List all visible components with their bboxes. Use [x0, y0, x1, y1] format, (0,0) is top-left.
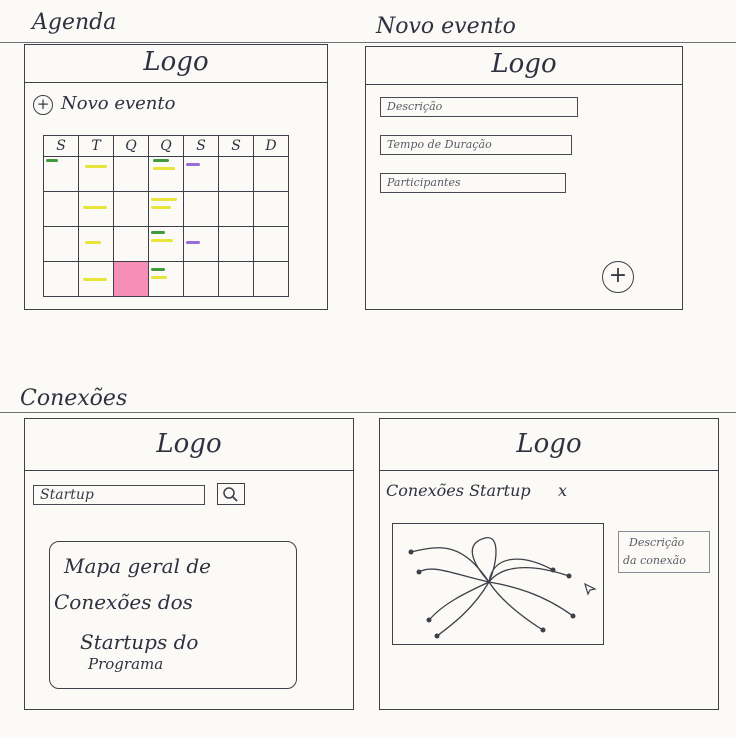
calendar-day-cell[interactable]: [218, 261, 254, 297]
calendar-weekday-row: S T Q Q S S D: [43, 135, 289, 157]
search-button[interactable]: [217, 483, 245, 505]
weekday-label: Q: [148, 135, 184, 157]
conexoes-startup-frame: Logo Conexões Startup x Descrição da con…: [379, 418, 719, 710]
calendar-day-cell[interactable]: [253, 156, 289, 192]
calendar-day-cell[interactable]: [183, 191, 219, 227]
conexoes-startup-header: Logo: [380, 419, 718, 471]
connection-description-line: Descrição: [629, 536, 685, 549]
map-description-line: Programa: [88, 655, 164, 673]
agenda-section-title: Agenda: [32, 10, 117, 35]
middle-divider-line: [0, 412, 736, 413]
connection-description-line: da conexão: [623, 554, 686, 567]
calendar-week-row: [43, 261, 289, 297]
calendar-day-cell[interactable]: [183, 261, 219, 297]
novo-evento-section-title: Novo evento: [376, 14, 516, 39]
calendar-day-cell[interactable]: [218, 191, 254, 227]
calendar-day-cell[interactable]: [148, 191, 184, 227]
calendar-day-cell[interactable]: [43, 156, 79, 192]
conexoes-frame: Logo Startup Mapa geral de Conexões dos …: [24, 418, 354, 710]
weekday-label: D: [253, 135, 289, 157]
connection-description-tooltip: Descrição da conexão: [618, 531, 710, 573]
event-marker: [151, 198, 177, 201]
weekday-label: T: [78, 135, 114, 157]
event-marker: [186, 163, 200, 166]
event-marker: [83, 206, 107, 209]
connection-graph: [408, 537, 576, 639]
calendar-day-cell[interactable]: [78, 191, 114, 227]
calendar-day-cell[interactable]: [148, 156, 184, 192]
description-field[interactable]: Descrição: [380, 97, 578, 117]
agenda-header: Logo: [25, 45, 327, 83]
weekday-label: S: [183, 135, 219, 157]
event-marker: [151, 239, 173, 242]
weekday-label: S: [43, 135, 79, 157]
calendar-day-cell[interactable]: [113, 191, 149, 227]
connection-graph-area[interactable]: [392, 523, 604, 645]
calendar-day-cell[interactable]: [218, 156, 254, 192]
participants-field[interactable]: Participantes: [380, 173, 566, 193]
startup-search-input[interactable]: Startup: [33, 485, 205, 505]
calendar-day-cell[interactable]: [78, 261, 114, 297]
event-marker: [83, 278, 107, 281]
conexoes-section-title: Conexões: [20, 386, 128, 411]
conexoes-startup-title: Conexões Startup: [386, 481, 531, 500]
calendar-day-cell[interactable]: [253, 191, 289, 227]
event-marker: [153, 159, 169, 162]
calendar-day-cell[interactable]: [43, 191, 79, 227]
calendar-day-cell[interactable]: [78, 156, 114, 192]
event-marker: [151, 206, 171, 209]
weekday-label: S: [218, 135, 254, 157]
calendar-day-cell[interactable]: [253, 226, 289, 262]
general-connections-map[interactable]: Mapa geral de Conexões dos Startups do P…: [49, 541, 297, 689]
event-marker: [151, 231, 165, 234]
close-tab-button[interactable]: x: [558, 481, 567, 500]
calendar-week-row: [43, 191, 289, 227]
calendar-day-cell[interactable]: [148, 261, 184, 297]
duration-field[interactable]: Tempo de Duração: [380, 135, 572, 155]
weekday-label: Q: [113, 135, 149, 157]
calendar-week-row: [43, 226, 289, 262]
conexoes-logo: Logo: [156, 429, 222, 459]
novo-evento-header: Logo: [366, 47, 682, 85]
calendar-day-cell[interactable]: [183, 226, 219, 262]
calendar-day-cell[interactable]: [253, 261, 289, 297]
event-marker: [151, 268, 165, 271]
map-description-line: Mapa geral de: [64, 554, 212, 578]
map-description-line: Conexões dos: [54, 590, 193, 614]
novo-evento-frame: Logo Descrição Tempo de Duração Particip…: [365, 46, 683, 310]
novo-evento-logo: Logo: [491, 49, 557, 79]
event-marker: [186, 241, 200, 244]
calendar-day-cell-highlighted[interactable]: [113, 261, 149, 297]
calendar-day-cell[interactable]: [183, 156, 219, 192]
add-event-button[interactable]: +: [602, 261, 634, 293]
conexoes-header: Logo: [25, 419, 353, 471]
conexoes-startup-logo: Logo: [516, 429, 582, 459]
event-marker: [46, 159, 58, 162]
event-marker: [85, 241, 101, 244]
calendar-day-cell[interactable]: [78, 226, 114, 262]
calendar-grid: S T Q Q S S D: [43, 135, 289, 297]
event-marker: [153, 167, 175, 170]
agenda-logo: Logo: [143, 47, 209, 77]
calendar-week-row: [43, 156, 289, 192]
calendar-day-cell[interactable]: [43, 261, 79, 297]
calendar-day-cell[interactable]: [113, 156, 149, 192]
cursor-arrow-icon: [584, 582, 597, 596]
search-icon: [223, 487, 238, 502]
add-event-icon: +: [33, 95, 53, 115]
top-divider-line: [0, 42, 736, 43]
calendar-day-cell[interactable]: [148, 226, 184, 262]
event-marker: [85, 165, 107, 168]
calendar-day-cell[interactable]: [218, 226, 254, 262]
new-event-label: Novo evento: [61, 93, 176, 114]
calendar-day-cell[interactable]: [113, 226, 149, 262]
agenda-frame: Logo + Novo evento S T Q Q S S D: [24, 44, 328, 310]
event-marker: [151, 276, 167, 279]
calendar-day-cell[interactable]: [43, 226, 79, 262]
